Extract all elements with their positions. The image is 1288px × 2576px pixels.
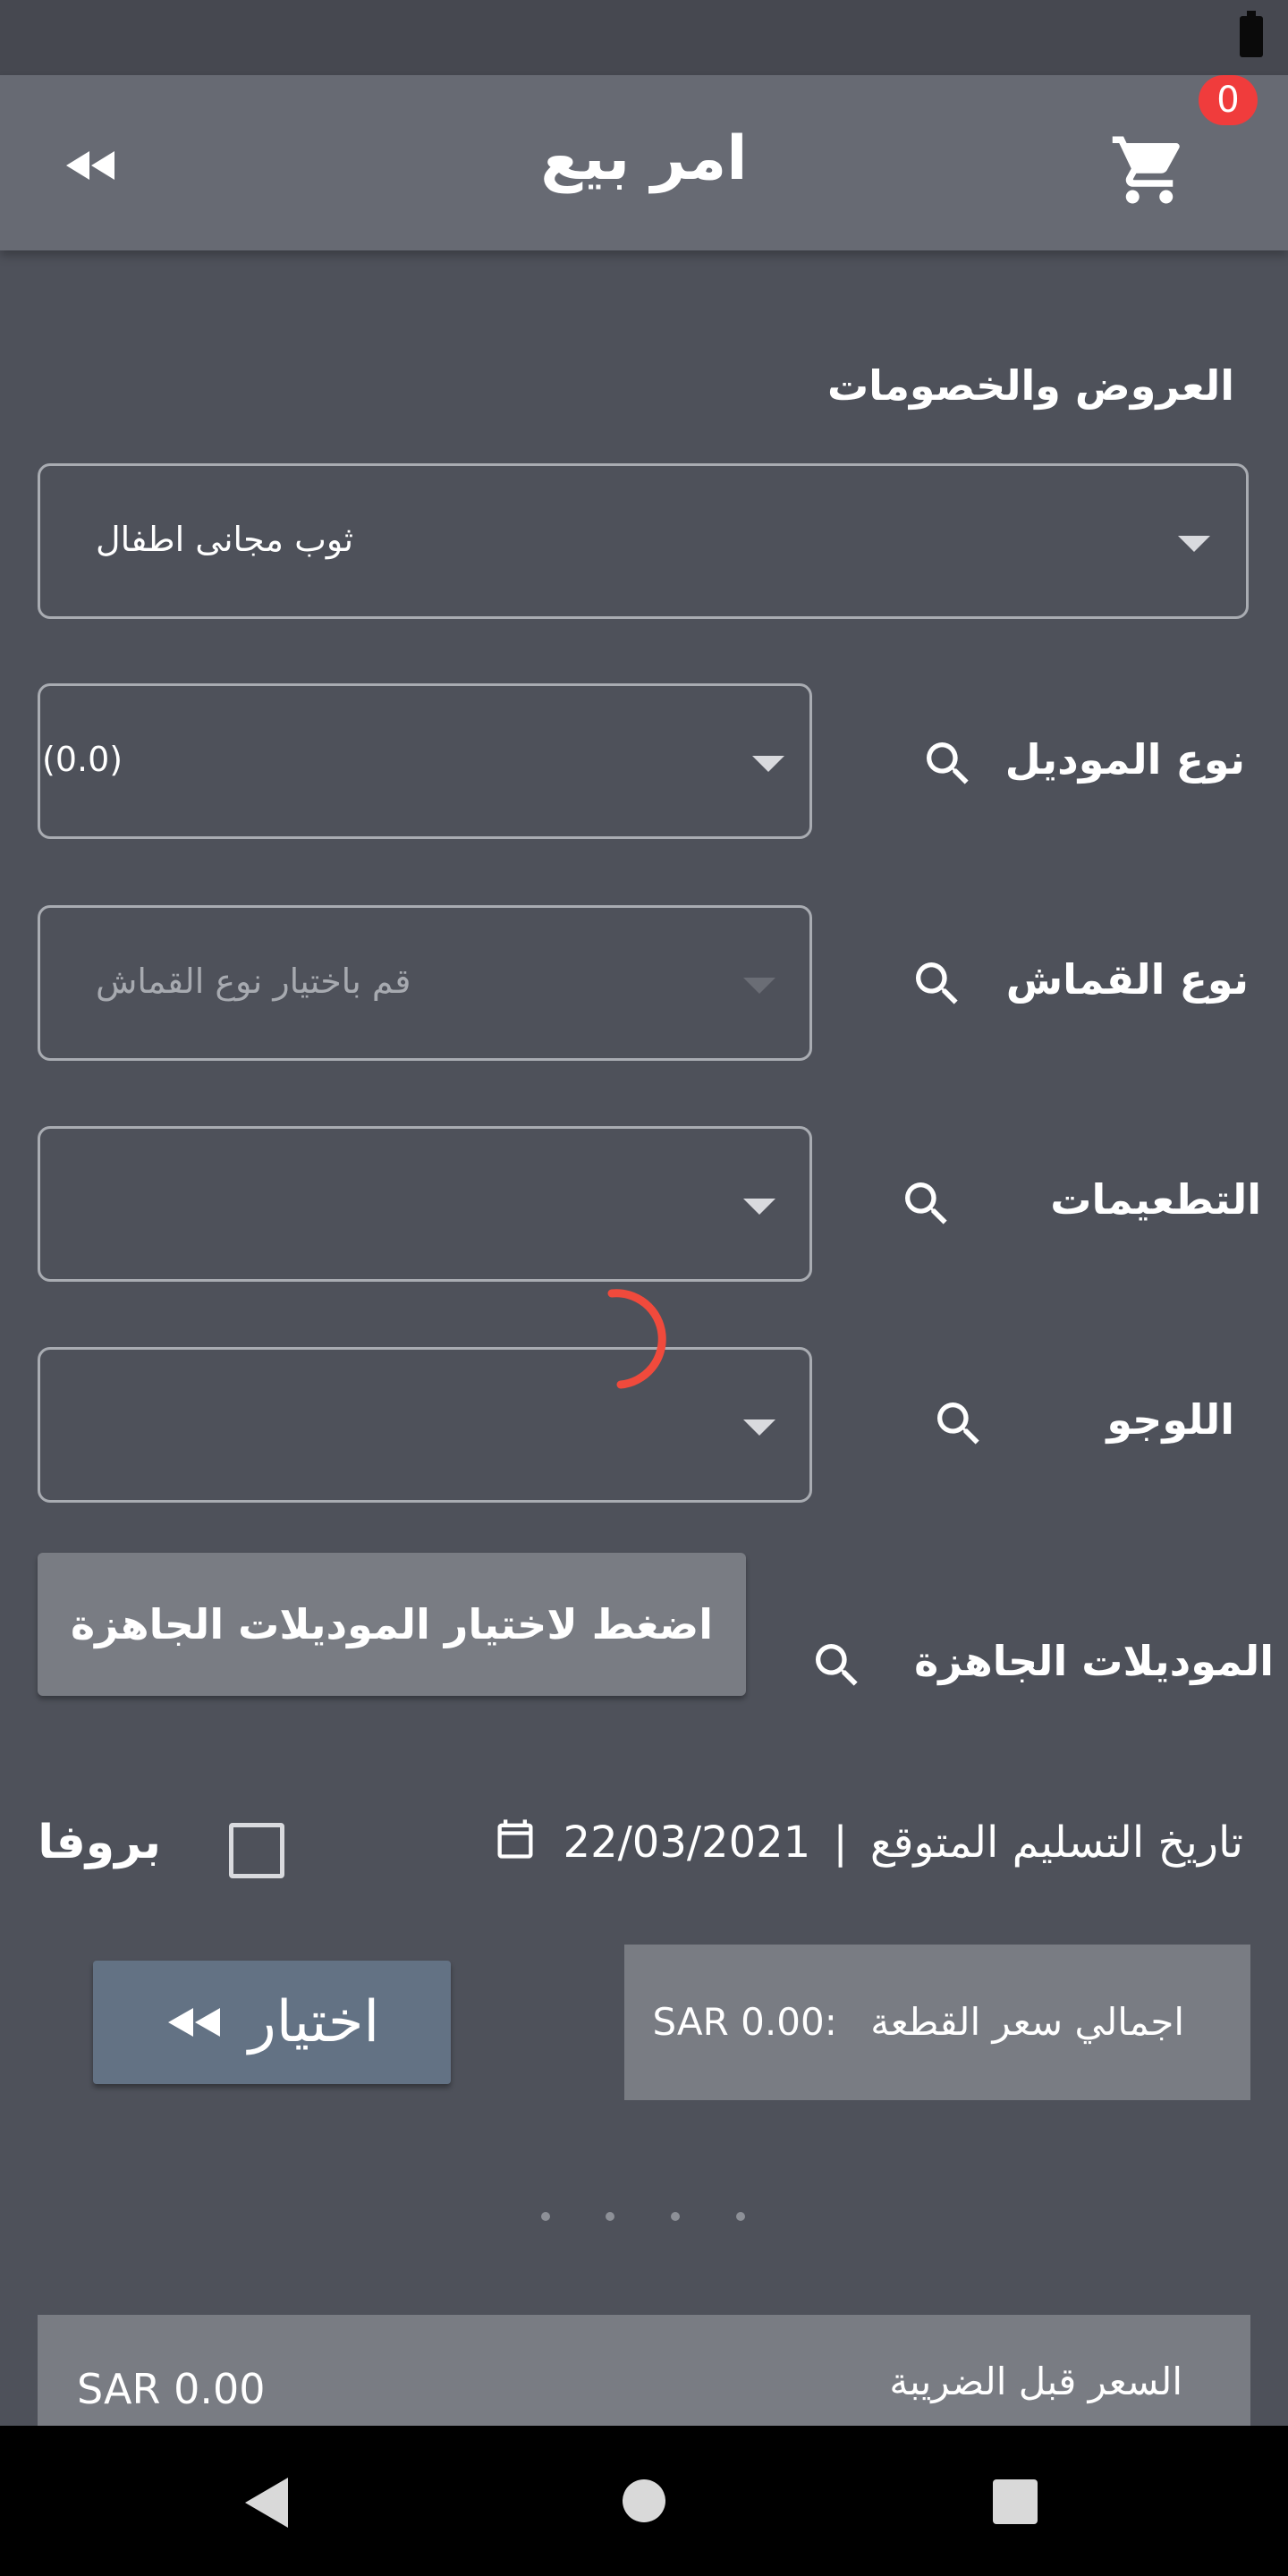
page-title: امر بيع (540, 123, 748, 194)
calendar-icon (497, 1819, 533, 1859)
search-icon[interactable] (919, 735, 977, 792)
pretax-price-label: السعر قبل الضريبة (889, 2360, 1182, 2403)
status-bar (0, 0, 1288, 75)
fabric-type-placeholder: قم باختيار نوع القماش (96, 962, 411, 1001)
shopping-cart-icon (1112, 136, 1180, 204)
total-piece-price-box: اجمالي سعر القطعة :SAR 0.00 (624, 1945, 1250, 2100)
search-icon[interactable] (898, 1175, 955, 1233)
search-icon[interactable] (909, 955, 966, 1013)
total-piece-price-value: :SAR 0.00 (652, 2000, 837, 2044)
system-navigation-bar (0, 2426, 1288, 2576)
search-icon[interactable] (930, 1395, 987, 1453)
chevron-down-icon (1178, 536, 1210, 552)
search-icon[interactable] (809, 1637, 866, 1694)
pager-dot (541, 2212, 550, 2221)
offers-dropdown[interactable]: ثوب مجانى اطفال (38, 463, 1249, 619)
pager-dot (736, 2212, 745, 2221)
chevron-down-icon (743, 978, 775, 994)
logo-label: اللوجو (1106, 1395, 1234, 1444)
fabric-type-label: نوع القماش (1005, 955, 1249, 1004)
model-type-label: نوع الموديل (1004, 735, 1245, 784)
ready-models-label: الموديلات الجاهزة (914, 1637, 1274, 1685)
nav-home-icon[interactable] (621, 2478, 667, 2524)
back-button[interactable] (54, 134, 125, 197)
fabric-type-dropdown[interactable]: قم باختيار نوع القماش (38, 905, 812, 1061)
embroidery-dropdown[interactable] (38, 1126, 812, 1282)
chevron-down-icon (743, 1419, 775, 1436)
double-chevron-left-icon (167, 2008, 220, 2037)
double-chevron-left-icon (66, 151, 114, 180)
choose-ready-models-button[interactable]: اضغط لاختيار الموديلات الجاهزة (38, 1553, 746, 1696)
pager-dot (671, 2212, 680, 2221)
chevron-down-icon (752, 756, 784, 772)
profa-checkbox[interactable] (229, 1823, 284, 1878)
profa-label: بروفا (38, 1816, 161, 1869)
battery-icon (1240, 11, 1263, 57)
nav-back-icon[interactable] (242, 2476, 292, 2529)
model-type-value: (0.0) (42, 740, 123, 779)
pager-dot (606, 2212, 614, 2221)
delivery-date-value: 22/03/2021 (563, 1818, 811, 1868)
delivery-date-row[interactable]: تاريخ التسليم المتوقع | 22/03/2021 (465, 1816, 1243, 1878)
nav-recents-icon[interactable] (991, 2478, 1039, 2526)
offers-selected-value: ثوب مجانى اطفال (96, 520, 354, 559)
cart-button[interactable] (1109, 130, 1190, 210)
embroidery-label: التطعيمات (1050, 1175, 1261, 1224)
choose-button[interactable]: اختيار (93, 1961, 451, 2084)
cart-count-badge: 0 (1199, 75, 1258, 125)
offers-label: العروض والخصومات (826, 361, 1234, 410)
chevron-down-icon (743, 1199, 775, 1215)
model-type-dropdown[interactable]: (0.0) (38, 683, 812, 839)
choose-button-label: اختيار (248, 1989, 380, 2055)
delivery-date-label: تاريخ التسليم المتوقع (869, 1818, 1243, 1868)
pretax-price-value: SAR 0.00 (77, 2365, 266, 2413)
total-piece-price-label: اجمالي سعر القطعة (870, 2000, 1184, 2044)
delivery-separator: | (833, 1818, 848, 1868)
loading-spinner (607, 1289, 666, 1389)
